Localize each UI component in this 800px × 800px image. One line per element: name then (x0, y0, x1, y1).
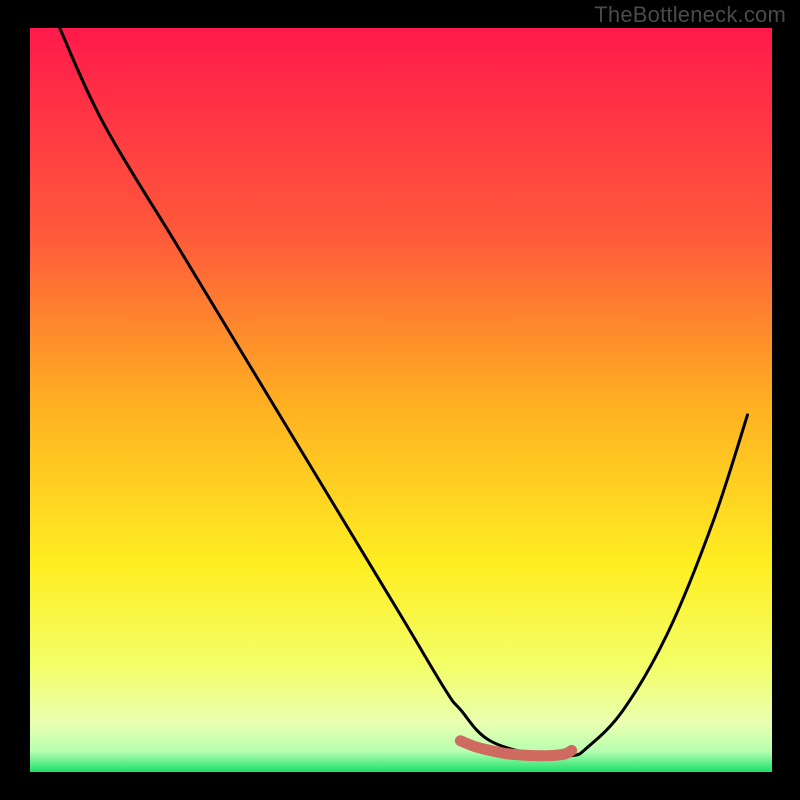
chart-canvas (0, 0, 800, 800)
bottleneck-chart: TheBottleneck.com (0, 0, 800, 800)
watermark-text: TheBottleneck.com (594, 2, 786, 28)
